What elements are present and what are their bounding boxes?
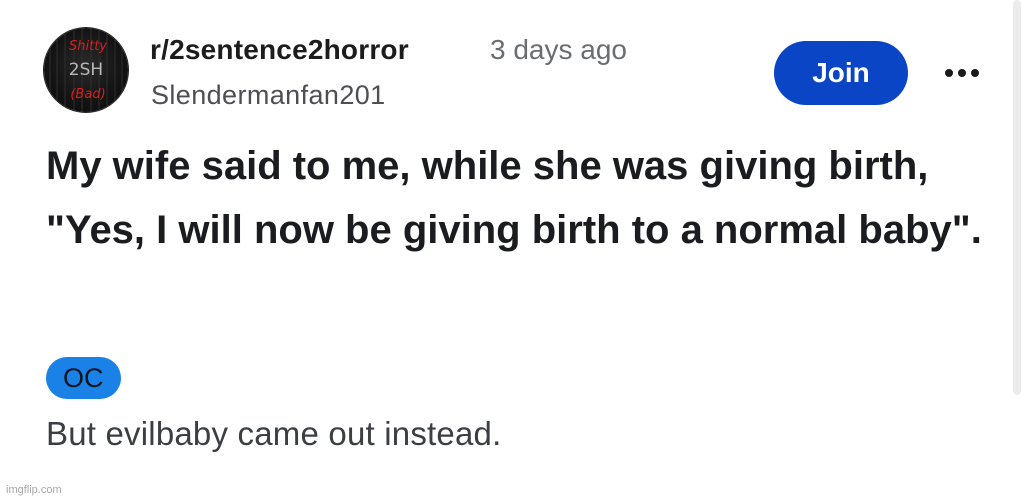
watermark: imgflip.com <box>6 484 62 496</box>
subreddit-name[interactable]: r/2sentence2horror <box>150 34 409 66</box>
more-horizontal-icon <box>945 69 979 77</box>
post-flair[interactable]: OC <box>46 357 121 399</box>
avatar-text-top: Shitty <box>69 39 107 54</box>
avatar-text-middle: 2SH <box>69 60 103 80</box>
post-timestamp: 3 days ago <box>490 34 627 65</box>
post-title[interactable]: My wife said to me, while she was giving… <box>46 134 996 262</box>
join-button[interactable]: Join <box>774 41 908 105</box>
scrollbar[interactable] <box>1013 0 1021 395</box>
subreddit-avatar[interactable]: Shitty 2SH (Bad) <box>44 28 128 112</box>
more-options-button[interactable] <box>938 58 986 88</box>
avatar-text-bottom: (Bad) <box>70 87 105 102</box>
author-username[interactable]: Slendermanfan201 <box>151 80 386 111</box>
post-body: But evilbaby came out instead. <box>46 415 502 452</box>
